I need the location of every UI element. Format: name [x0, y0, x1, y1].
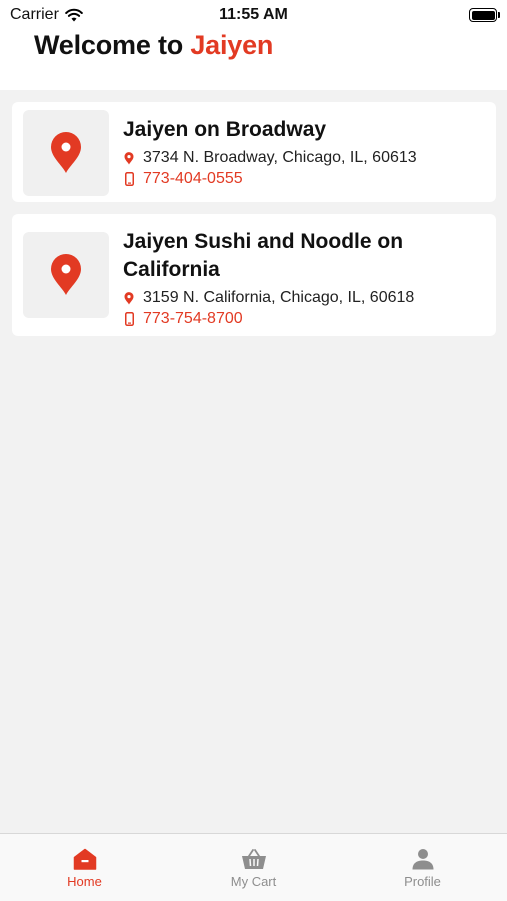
location-list: Jaiyen on Broadway 3734 N. Broadway, Chi… [12, 102, 496, 348]
location-address: 3159 N. California, Chicago, IL, 60618 [143, 289, 415, 306]
map-pin-icon [51, 254, 81, 295]
phone-row[interactable]: 773-754-8700 [123, 310, 486, 328]
basket-icon [241, 849, 266, 869]
tab-home-label: Home [67, 874, 102, 889]
location-thumbnail [23, 110, 109, 196]
tab-profile-label: Profile [404, 874, 441, 889]
location-thumbnail [23, 232, 109, 318]
status-time: 11:55 AM [219, 6, 288, 23]
tab-profile[interactable]: Profile [338, 834, 507, 901]
map-pin-icon [51, 132, 81, 173]
tab-my-cart-label: My Cart [230, 874, 277, 889]
address-row: 3159 N. California, Chicago, IL, 60618 [123, 289, 486, 307]
phone-row[interactable]: 773-404-0555 [123, 170, 486, 188]
location-address: 3734 N. Broadway, Chicago, IL, 60613 [143, 149, 417, 166]
battery-icon [469, 8, 500, 22]
location-card[interactable]: Jaiyen Sushi and Noodle on California 31… [12, 214, 496, 336]
home-icon [73, 848, 96, 870]
status-bar: Carrier 11:55 AM [0, 0, 507, 30]
address-row: 3734 N. Broadway, Chicago, IL, 60613 [123, 149, 486, 167]
location-card[interactable]: Jaiyen on Broadway 3734 N. Broadway, Chi… [12, 102, 496, 202]
location-phone[interactable]: 773-404-0555 [143, 170, 243, 188]
tab-home[interactable]: Home [0, 834, 169, 901]
welcome-prefix: Welcome to [34, 30, 191, 60]
person-icon [412, 849, 433, 870]
location-name: Jaiyen on Broadway [123, 118, 327, 141]
page-title: Welcome to Jaiyen [34, 30, 273, 61]
tab-bar: Home My Cart Profile [0, 833, 507, 901]
location-details: Jaiyen Sushi and Noodle on California 31… [123, 228, 486, 328]
location-details: Jaiyen on Broadway 3734 N. Broadway, Chi… [123, 116, 486, 188]
brand-name: Jaiyen [190, 30, 274, 60]
location-phone[interactable]: 773-754-8700 [143, 310, 243, 328]
header: Welcome to Jaiyen [0, 30, 507, 90]
phone-icon [123, 312, 135, 326]
phone-icon [123, 172, 135, 186]
location-pin-icon [123, 291, 135, 305]
tab-my-cart[interactable]: My Cart [169, 834, 338, 901]
location-pin-icon [123, 151, 135, 165]
location-name: Jaiyen Sushi and Noodle on California [123, 230, 404, 281]
